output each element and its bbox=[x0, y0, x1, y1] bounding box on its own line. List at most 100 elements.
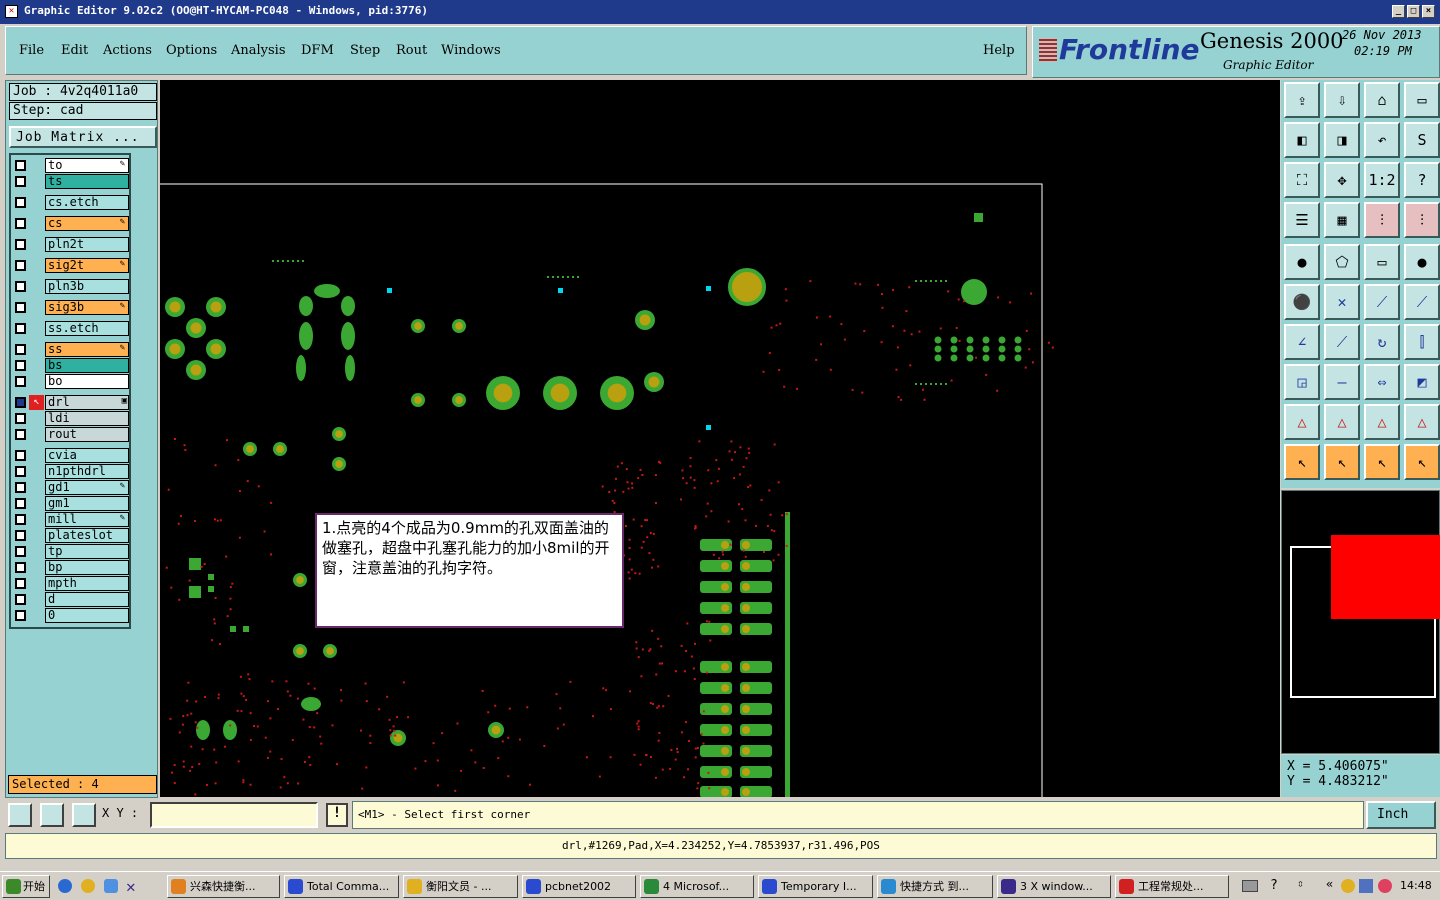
layer-name[interactable]: ss.etch bbox=[45, 321, 129, 336]
layer-row-bo[interactable]: bo bbox=[11, 374, 129, 389]
desktop-icon[interactable] bbox=[81, 879, 95, 893]
layers-red2-icon[interactable]: ⫶ bbox=[1404, 202, 1440, 238]
layer-row-drl[interactable]: ↖ drl ▣ bbox=[11, 395, 129, 410]
home-down-icon[interactable]: ⇩ bbox=[1324, 82, 1360, 118]
home-icon[interactable]: ⌂ bbox=[1364, 82, 1400, 118]
tray-help-icon[interactable]: ? bbox=[1270, 878, 1278, 893]
minimize-button[interactable]: _ bbox=[1392, 5, 1405, 18]
layer-name[interactable]: cvia bbox=[45, 448, 129, 463]
menu-rout[interactable]: Rout bbox=[396, 43, 427, 58]
menu-options[interactable]: Options bbox=[166, 43, 217, 58]
layer-checkbox[interactable] bbox=[15, 610, 26, 621]
layer-name[interactable]: drl bbox=[45, 395, 129, 410]
layer-row-rout[interactable]: rout bbox=[11, 427, 129, 442]
menu-edit[interactable]: Edit bbox=[61, 43, 88, 58]
mirror-icon[interactable]: ⫿ bbox=[1404, 324, 1440, 360]
layer-row-gm1[interactable]: gm1 bbox=[11, 496, 129, 511]
layer-checkbox[interactable] bbox=[15, 260, 26, 271]
layer-name[interactable]: gd1 bbox=[45, 480, 129, 495]
pan-right-icon[interactable]: ◨ bbox=[1324, 122, 1360, 158]
graphic-canvas[interactable]: 1.点亮的4个成品为0.9mm的孔双面盖油的做塞孔，超盘中孔塞孔能力的加小8mi… bbox=[160, 80, 1280, 797]
zoom-fit-icon[interactable]: ⛶ bbox=[1284, 162, 1320, 198]
layer-row-to[interactable]: to ✎ bbox=[11, 158, 129, 173]
layer-row-cs.etch[interactable]: cs.etch bbox=[11, 195, 129, 210]
taskbar-task[interactable]: 兴森快捷衡... bbox=[167, 875, 280, 898]
layer-name[interactable]: mill bbox=[45, 512, 129, 527]
layer-name[interactable]: sig2t bbox=[45, 258, 129, 273]
grid-icon[interactable]: ▦ bbox=[1324, 202, 1360, 238]
triangle-4-icon[interactable]: △ bbox=[1404, 404, 1440, 440]
triangle-2-icon[interactable]: △ bbox=[1324, 404, 1360, 440]
layer-checkbox[interactable] bbox=[15, 466, 26, 477]
layer-checkbox[interactable] bbox=[15, 302, 26, 313]
layer-name[interactable]: sig3b bbox=[45, 300, 129, 315]
pad-icon[interactable]: ● bbox=[1284, 244, 1320, 280]
taskbar-task[interactable]: Temporary I... bbox=[758, 875, 873, 898]
layer-checkbox[interactable] bbox=[15, 160, 26, 171]
layer-name[interactable]: tp bbox=[45, 544, 129, 559]
angle-icon[interactable]: ∠ bbox=[1284, 324, 1320, 360]
select-icon[interactable]: ↖ bbox=[1284, 444, 1320, 480]
line2-icon[interactable]: ⟋ bbox=[1404, 284, 1440, 320]
layer-checkbox[interactable] bbox=[15, 376, 26, 387]
taskbar-task[interactable]: Total Comma... bbox=[284, 875, 399, 898]
layers-red-icon[interactable]: ⫶ bbox=[1364, 202, 1400, 238]
layer-name[interactable]: gm1 bbox=[45, 496, 129, 511]
layer-checkbox[interactable] bbox=[15, 218, 26, 229]
layer-checkbox[interactable] bbox=[15, 530, 26, 541]
taskbar-task[interactable]: 衡阳文员 - ... bbox=[403, 875, 518, 898]
layer-row-tp[interactable]: tp bbox=[11, 544, 129, 559]
zoom-center-icon[interactable]: ✥ bbox=[1324, 162, 1360, 198]
layer-name[interactable]: d bbox=[45, 592, 129, 607]
tray-menu-icon[interactable]: ⇳ bbox=[1297, 877, 1304, 890]
triangle-1-icon[interactable]: △ bbox=[1284, 404, 1320, 440]
layer-row-cs[interactable]: cs ✎ bbox=[11, 216, 129, 231]
alert-icon[interactable]: ! bbox=[326, 803, 348, 827]
layer-name[interactable]: pln2t bbox=[45, 237, 129, 252]
menu-help[interactable]: Help bbox=[983, 43, 1015, 58]
tray-keyboard-icon[interactable] bbox=[1242, 880, 1258, 892]
cross-icon[interactable]: ✕ bbox=[1324, 284, 1360, 320]
layer-name[interactable]: to bbox=[45, 158, 129, 173]
menu-dfm[interactable]: DFM bbox=[301, 43, 334, 58]
square-point-icon[interactable]: ◲ bbox=[1284, 364, 1320, 400]
layer-row-gd1[interactable]: gd1 ✎ bbox=[11, 480, 129, 495]
select3-icon[interactable]: ↖ bbox=[1364, 444, 1400, 480]
layer-checkbox[interactable] bbox=[15, 514, 26, 525]
layer-name[interactable]: rout bbox=[45, 427, 129, 442]
slash-icon[interactable]: ⟋ bbox=[1324, 324, 1360, 360]
layer-name[interactable]: bs bbox=[45, 358, 129, 373]
dot-icon[interactable]: ● bbox=[1404, 244, 1440, 280]
layer-name[interactable]: cs.etch bbox=[45, 195, 129, 210]
layer-name[interactable]: 0 bbox=[45, 608, 129, 623]
layer-checkbox[interactable] bbox=[15, 429, 26, 440]
layer-row-d[interactable]: d bbox=[11, 592, 129, 607]
layer-checkbox[interactable] bbox=[15, 482, 26, 493]
layer-row-bp[interactable]: bp bbox=[11, 560, 129, 575]
maximize-button[interactable]: □ bbox=[1407, 5, 1420, 18]
layer-checkbox[interactable] bbox=[15, 281, 26, 292]
grid-tool-icon[interactable] bbox=[72, 803, 96, 827]
layer-row-ldi[interactable]: ldi bbox=[11, 411, 129, 426]
xwin-icon[interactable]: ✕ bbox=[126, 877, 136, 896]
layer-checkbox[interactable] bbox=[15, 450, 26, 461]
layer-name[interactable]: ldi bbox=[45, 411, 129, 426]
layer-checkbox[interactable] bbox=[15, 498, 26, 509]
settings-icon[interactable]: ☰ bbox=[1284, 202, 1320, 238]
menu-analysis[interactable]: Analysis bbox=[231, 43, 286, 58]
layer-name[interactable]: mpth bbox=[45, 576, 129, 591]
layer-checkbox[interactable] bbox=[15, 413, 26, 424]
taskbar-task[interactable]: 4 Microsof... bbox=[640, 875, 754, 898]
taskbar-task[interactable]: 工程常规处... bbox=[1115, 875, 1229, 898]
window-icon[interactable]: ▭ bbox=[1404, 82, 1440, 118]
menu-file[interactable]: File bbox=[19, 43, 44, 58]
layer-row-0[interactable]: 0 bbox=[11, 608, 129, 623]
tray-expand-icon[interactable]: « bbox=[1326, 877, 1333, 891]
taskbar-task[interactable]: 快捷方式 到... bbox=[877, 875, 993, 898]
layer-row-n1pthdrl[interactable]: n1pthdrl bbox=[11, 464, 129, 479]
undo-zoom-icon[interactable]: ↶ bbox=[1364, 122, 1400, 158]
pan-left-icon[interactable]: ◧ bbox=[1284, 122, 1320, 158]
menu-windows[interactable]: Windows bbox=[441, 43, 501, 58]
layer-checkbox[interactable] bbox=[15, 239, 26, 250]
menu-actions[interactable]: Actions bbox=[103, 43, 152, 58]
